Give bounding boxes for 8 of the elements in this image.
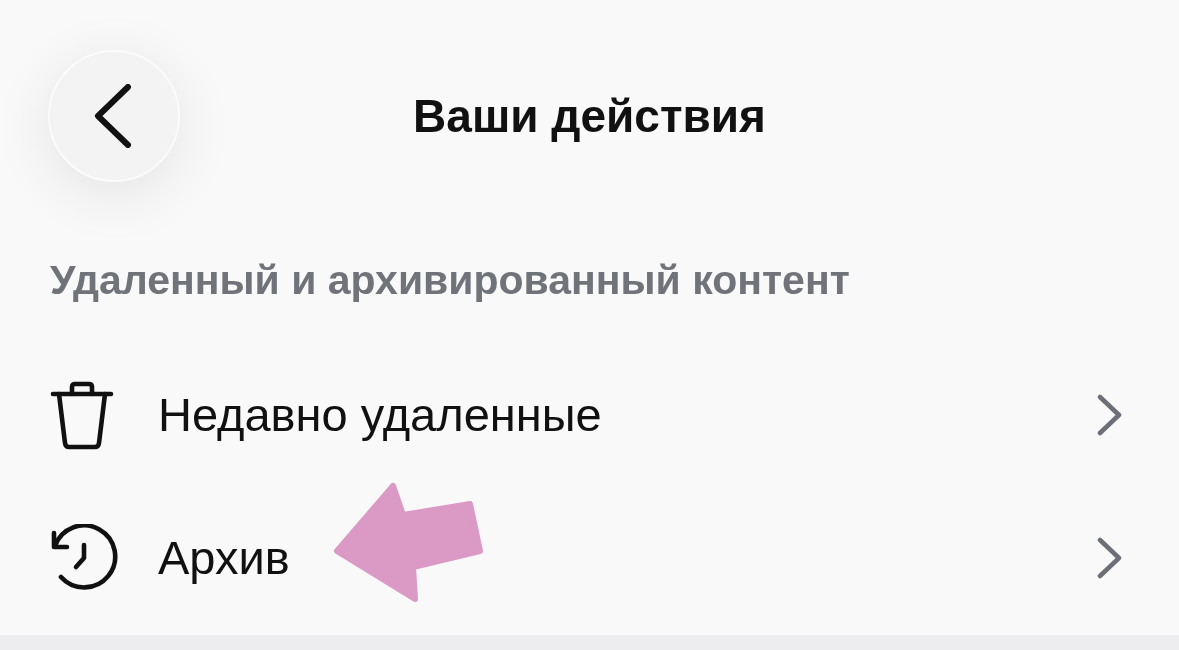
menu-item[interactable]: Недавно удаленные [0, 343, 1179, 486]
section-heading: Удаленный и архивированный контент [50, 260, 850, 301]
trash-icon [50, 379, 114, 450]
history-icon [50, 523, 118, 592]
chevron-right-icon [1097, 536, 1123, 579]
menu-item[interactable]: Архив [0, 486, 1179, 629]
back-icon [93, 84, 132, 148]
chevron-right-icon [1097, 393, 1123, 436]
